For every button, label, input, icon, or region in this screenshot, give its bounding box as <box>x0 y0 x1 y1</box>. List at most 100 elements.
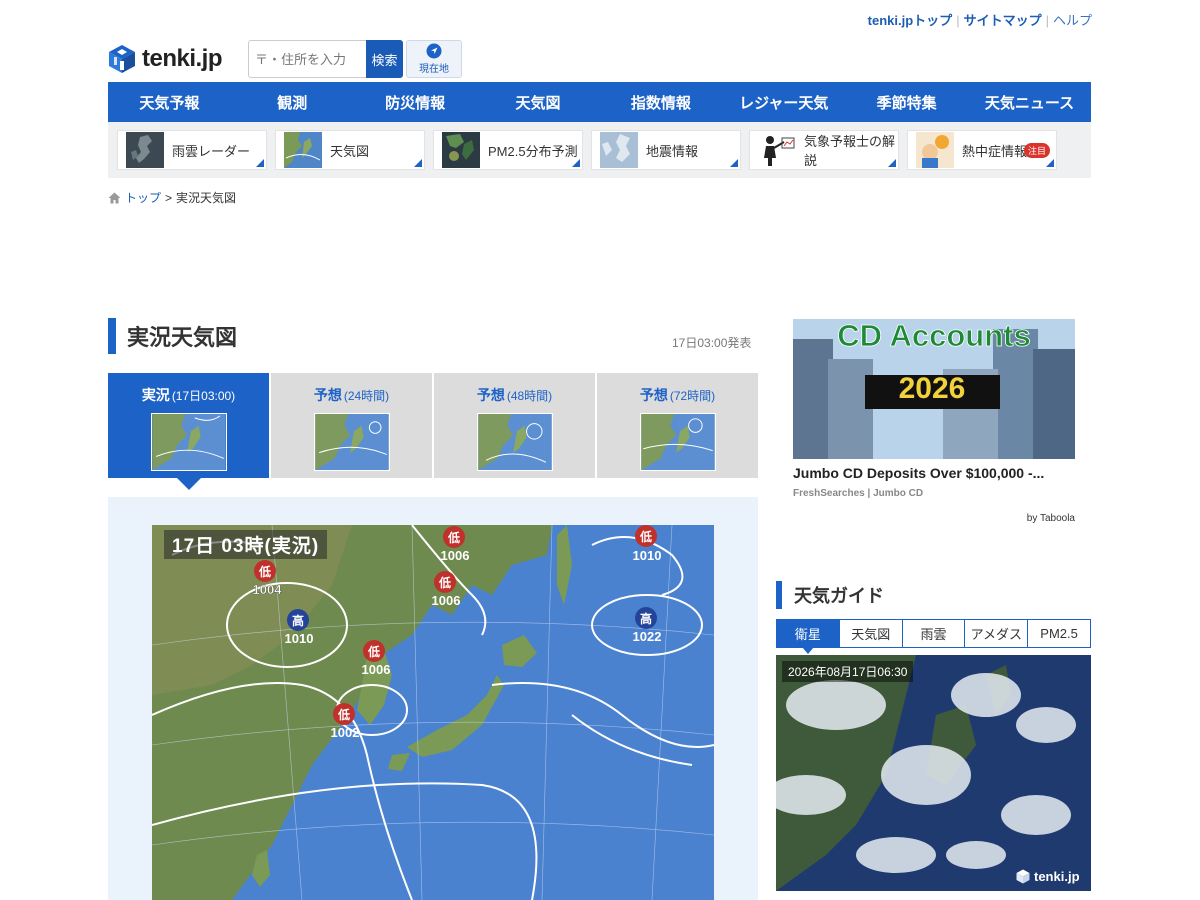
subnav-radar[interactable]: 雨雲レーダー <box>117 130 267 170</box>
tab-72h-main: 予想 <box>639 387 668 403</box>
system-pressure: 1010 <box>285 631 314 646</box>
map-thumbnail <box>476 413 553 471</box>
subnav-weather-map-label: 天気図 <box>330 143 370 159</box>
guide-tab-weather-map[interactable]: 天気図 <box>838 620 902 647</box>
ad-by-taboola[interactable]: by Taboola <box>793 513 1075 524</box>
page-title: 実況天気図 <box>108 318 237 354</box>
system-type: 高 <box>292 613 304 628</box>
nav-item-weather-map[interactable]: 天気図 <box>477 82 600 122</box>
ad-headline-line1: CD Accounts <box>837 319 1030 353</box>
ad-headline-line2: 2026 <box>899 372 966 405</box>
subnav-weather-map[interactable]: 天気図 <box>275 130 425 170</box>
ad-title[interactable]: Jumbo CD Deposits Over $100,000 -... <box>793 465 1075 481</box>
tab-forecast-48h[interactable]: 予想 (48時間) <box>434 373 595 478</box>
system-type: 低 <box>337 707 350 722</box>
nav-item-disaster[interactable]: 防災情報 <box>354 82 477 122</box>
logo-cube-icon <box>1016 869 1030 884</box>
satellite-image[interactable] <box>776 655 1091 891</box>
ad-block[interactable]: CD Accounts 2026 Jumbo CD Deposits Over … <box>793 319 1075 524</box>
home-icon <box>108 192 121 203</box>
nav-item-leisure[interactable]: レジャー天気 <box>722 82 845 122</box>
nav-item-observation[interactable]: 観測 <box>231 82 354 122</box>
tab-24h-sub: (24時間) <box>343 389 390 403</box>
subnav-heatstroke-label: 熱中症情報 <box>962 143 1028 159</box>
current-location-label: 現在地 <box>419 64 449 75</box>
tab-48h-main: 予想 <box>476 387 505 403</box>
guide-tab-pm25[interactable]: PM2.5 <box>1027 620 1090 647</box>
system-pressure: 1006 <box>441 548 470 563</box>
guide-tabs: 衛星 天気図 雨雲 アメダス PM2.5 <box>776 619 1091 654</box>
breadcrumb: トップ > 実況天気図 <box>108 189 236 206</box>
toplink-top[interactable]: tenki.jpトップ <box>868 13 953 28</box>
tab-current-sub: (17日03:00) <box>171 389 236 403</box>
nav-item-forecast[interactable]: 天気予報 <box>108 82 231 122</box>
attention-badge: 注目 <box>1023 143 1050 158</box>
subnav-heatstroke[interactable]: 熱中症情報 注目 <box>907 130 1057 170</box>
system-type: 低 <box>639 529 652 544</box>
current-location-button[interactable]: 現在地 <box>406 40 462 78</box>
map-thumbnail <box>313 413 390 471</box>
tab-72h-sub: (72時間) <box>669 389 716 403</box>
tab-current[interactable]: 実況 (17日03:00) <box>108 373 269 490</box>
weather-map-image[interactable]: 低 1004 高 1010 低 1006 低 1006 低 1006 低 100… <box>152 525 714 900</box>
guide-tab-amedas[interactable]: アメダス <box>964 620 1028 647</box>
map-thumbnail <box>639 413 716 471</box>
tab-current-main: 実況 <box>141 387 170 403</box>
system-type: 低 <box>258 564 271 579</box>
map-tabs: 実況 (17日03:00) 予想 (24時間) 予想 (48時間) 予想 (72時間) <box>108 373 758 490</box>
subnav-pm25-label: PM2.5分布予測 <box>488 143 578 159</box>
toplink-help[interactable]: ヘルプ <box>1053 13 1092 28</box>
logo-text: tenki.jp <box>142 45 223 72</box>
subnav-radar-label: 雨雲レーダー <box>172 143 251 159</box>
search-input[interactable] <box>248 40 366 78</box>
subnav-earthquake-label: 地震情報 <box>646 143 699 159</box>
weather-map-panel: 低 1004 高 1010 低 1006 低 1006 低 1006 低 100… <box>108 497 758 900</box>
breadcrumb-home[interactable]: トップ <box>125 189 161 206</box>
site-logo[interactable]: tenki.jp <box>108 44 223 74</box>
forecaster-thumb-icon <box>758 132 796 168</box>
nav-item-news[interactable]: 天気ニュース <box>968 82 1091 122</box>
satellite-timestamp: 2026年08月17日06:30 <box>782 661 914 682</box>
subnav-earthquake[interactable]: 地震情報 <box>591 130 741 170</box>
system-pressure: 1006 <box>432 593 461 608</box>
nav-item-index[interactable]: 指数情報 <box>600 82 723 122</box>
published-time: 17日03:00発表 <box>672 336 752 350</box>
subnav-pm25[interactable]: PM2.5分布予測 <box>433 130 583 170</box>
breadcrumb-separator: > <box>165 190 173 205</box>
system-pressure: 1004 <box>253 582 283 597</box>
tab-24h-main: 予想 <box>313 387 342 403</box>
search-button[interactable]: 検索 <box>366 40 403 78</box>
logo-cube-icon <box>109 45 135 73</box>
tab-forecast-24h[interactable]: 予想 (24時間) <box>271 373 432 478</box>
subnav-forecaster[interactable]: 気象予報士の解説 <box>749 130 899 170</box>
toplink-sitemap[interactable]: サイトマップ <box>964 13 1042 28</box>
map-thumbnail <box>150 413 227 471</box>
nav-item-seasonal[interactable]: 季節特集 <box>845 82 968 122</box>
satellite-watermark: tenki.jp <box>1016 869 1080 884</box>
system-type: 高 <box>640 611 652 626</box>
tab-48h-sub: (48時間) <box>506 389 553 403</box>
location-arrow-icon <box>426 43 442 59</box>
subnav-forecaster-label: 気象予報士の解説 <box>804 134 896 168</box>
system-type: 低 <box>367 644 380 659</box>
watermark-text: tenki.jp <box>1034 869 1080 884</box>
search-box: 検索 <box>248 40 403 78</box>
guide-tab-satellite[interactable]: 衛星 <box>777 620 839 654</box>
system-type: 低 <box>447 530 460 545</box>
breadcrumb-current: 実況天気図 <box>176 191 237 205</box>
radar-thumb-icon <box>126 132 164 168</box>
ad-source: FreshSearches | Jumbo CD <box>793 488 924 499</box>
system-pressure: 1010 <box>633 548 662 563</box>
sub-nav: 雨雲レーダー 天気図 PM2.5分布予測 地震情報 気象予報士の解説 熱中症情報… <box>108 122 1091 178</box>
guide-tab-rain-cloud[interactable]: 雨雲 <box>901 620 965 647</box>
weather-map-thumb-icon <box>284 132 322 168</box>
pm25-thumb-icon <box>442 132 480 168</box>
system-pressure: 1006 <box>362 662 391 677</box>
system-pressure: 1002 <box>331 725 360 740</box>
tab-forecast-72h[interactable]: 予想 (72時間) <box>597 373 758 478</box>
system-pressure: 1022 <box>633 629 662 644</box>
system-type: 低 <box>438 575 451 590</box>
heatstroke-thumb-icon <box>916 132 954 168</box>
earthquake-thumb-icon <box>600 132 638 168</box>
map-time-label: 17日 03時(実況) <box>164 530 328 559</box>
